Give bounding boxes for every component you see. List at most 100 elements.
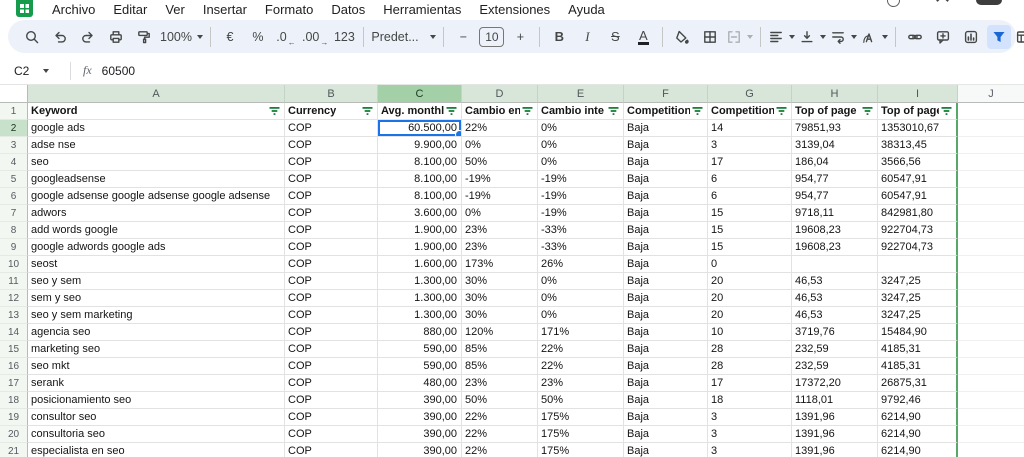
cell-C12[interactable]: 1.300,00 <box>378 290 462 307</box>
cell-B9[interactable]: COP <box>285 239 378 256</box>
cell-D18[interactable]: 50% <box>462 392 538 409</box>
percent-format-button[interactable]: % <box>246 25 270 49</box>
cell-F18[interactable]: Baja <box>624 392 708 409</box>
cell-G5[interactable]: 6 <box>708 171 792 188</box>
cell-G16[interactable]: 28 <box>708 358 792 375</box>
cell-G6[interactable]: 6 <box>708 188 792 205</box>
column-header-C[interactable]: C <box>378 85 462 103</box>
cell-B17[interactable]: COP <box>285 375 378 392</box>
text-rotation-button[interactable] <box>861 25 888 49</box>
fill-color-button[interactable] <box>670 25 694 49</box>
cell-H10[interactable] <box>792 256 878 273</box>
cell-A6[interactable]: google adsense google adsense google ads… <box>28 188 285 205</box>
menu-insertar[interactable]: Insertar <box>203 2 247 17</box>
cell-C4[interactable]: 8.100,00 <box>378 154 462 171</box>
cell-B16[interactable]: COP <box>285 358 378 375</box>
cell-F19[interactable]: Baja <box>624 409 708 426</box>
row-header-8[interactable]: 8 <box>0 222 28 239</box>
column-header-F[interactable]: F <box>624 85 708 103</box>
cell-D13[interactable]: 30% <box>462 307 538 324</box>
cell-D1[interactable]: Cambio en t <box>462 103 538 120</box>
cell-G20[interactable]: 3 <box>708 426 792 443</box>
cell-D12[interactable]: 30% <box>462 290 538 307</box>
cell-A4[interactable]: seo <box>28 154 285 171</box>
cell-A7[interactable]: adwors <box>28 205 285 222</box>
cell-G17[interactable]: 17 <box>708 375 792 392</box>
cell-J1[interactable] <box>958 103 1024 120</box>
cell-G4[interactable]: 17 <box>708 154 792 171</box>
cell-G2[interactable]: 14 <box>708 120 792 137</box>
cell-D20[interactable]: 22% <box>462 426 538 443</box>
cell-H4[interactable]: 186,04 <box>792 154 878 171</box>
cell-A12[interactable]: sem y seo <box>28 290 285 307</box>
cell-G12[interactable]: 20 <box>708 290 792 307</box>
row-header-10[interactable]: 10 <box>0 256 28 273</box>
cell-J18[interactable] <box>958 392 1024 409</box>
cell-F9[interactable]: Baja <box>624 239 708 256</box>
bold-button[interactable]: B <box>547 25 571 49</box>
cell-C15[interactable]: 590,00 <box>378 341 462 358</box>
cell-C18[interactable]: 390,00 <box>378 392 462 409</box>
cell-H21[interactable]: 1391,96 <box>792 443 878 457</box>
row-header-14[interactable]: 14 <box>0 324 28 341</box>
row-header-19[interactable]: 19 <box>0 409 28 426</box>
cell-I4[interactable]: 3566,56 <box>878 154 958 171</box>
cell-D16[interactable]: 85% <box>462 358 538 375</box>
cell-H1[interactable]: Top of page <box>792 103 878 120</box>
cell-B18[interactable]: COP <box>285 392 378 409</box>
cell-I11[interactable]: 3247,25 <box>878 273 958 290</box>
cell-C9[interactable]: 1.900,00 <box>378 239 462 256</box>
cell-F11[interactable]: Baja <box>624 273 708 290</box>
row-header-18[interactable]: 18 <box>0 392 28 409</box>
cell-D3[interactable]: 0% <box>462 137 538 154</box>
cell-G19[interactable]: 3 <box>708 409 792 426</box>
cell-F6[interactable]: Baja <box>624 188 708 205</box>
menu-datos[interactable]: Datos <box>331 2 365 17</box>
cell-D17[interactable]: 23% <box>462 375 538 392</box>
row-header-12[interactable]: 12 <box>0 290 28 307</box>
cell-J3[interactable] <box>958 137 1024 154</box>
filter-icon[interactable] <box>774 106 787 116</box>
cell-I1[interactable]: Top of page <box>878 103 958 120</box>
cell-G9[interactable]: 15 <box>708 239 792 256</box>
cell-B1[interactable]: Currency <box>285 103 378 120</box>
cell-E15[interactable]: 22% <box>538 341 624 358</box>
cell-A5[interactable]: googleadsense <box>28 171 285 188</box>
row-header-15[interactable]: 15 <box>0 341 28 358</box>
cell-E6[interactable]: -19% <box>538 188 624 205</box>
search-button[interactable] <box>20 25 44 49</box>
row-header-7[interactable]: 7 <box>0 205 28 222</box>
cell-I10[interactable] <box>878 256 958 273</box>
cell-I14[interactable]: 15484,90 <box>878 324 958 341</box>
cell-I8[interactable]: 922704,73 <box>878 222 958 239</box>
cell-H17[interactable]: 17372,20 <box>792 375 878 392</box>
italic-button[interactable]: I <box>575 25 599 49</box>
hide-menus-icon[interactable] <box>936 0 949 7</box>
cell-F13[interactable]: Baja <box>624 307 708 324</box>
cell-H16[interactable]: 232,59 <box>792 358 878 375</box>
row-header-17[interactable]: 17 <box>0 375 28 392</box>
menu-ver[interactable]: Ver <box>165 2 185 17</box>
paint-format-button[interactable] <box>132 25 156 49</box>
cell-J13[interactable] <box>958 307 1024 324</box>
cell-H6[interactable]: 954,77 <box>792 188 878 205</box>
cell-D10[interactable]: 173% <box>462 256 538 273</box>
cell-B15[interactable]: COP <box>285 341 378 358</box>
row-header-11[interactable]: 11 <box>0 273 28 290</box>
cell-J10[interactable] <box>958 256 1024 273</box>
cell-B2[interactable]: COP <box>285 120 378 137</box>
cell-E1[interactable]: Cambio inte <box>538 103 624 120</box>
cell-F7[interactable]: Baja <box>624 205 708 222</box>
table-views-button[interactable] <box>1015 25 1024 49</box>
cell-J8[interactable] <box>958 222 1024 239</box>
cell-C5[interactable]: 8.100,00 <box>378 171 462 188</box>
cell-G8[interactable]: 15 <box>708 222 792 239</box>
row-header-21[interactable]: 21 <box>0 443 28 457</box>
redo-button[interactable] <box>76 25 100 49</box>
cell-J2[interactable] <box>958 120 1024 137</box>
cell-I2[interactable]: 1353010,67 <box>878 120 958 137</box>
cell-I3[interactable]: 38313,45 <box>878 137 958 154</box>
cell-G7[interactable]: 15 <box>708 205 792 222</box>
cell-B8[interactable]: COP <box>285 222 378 239</box>
cell-D19[interactable]: 22% <box>462 409 538 426</box>
